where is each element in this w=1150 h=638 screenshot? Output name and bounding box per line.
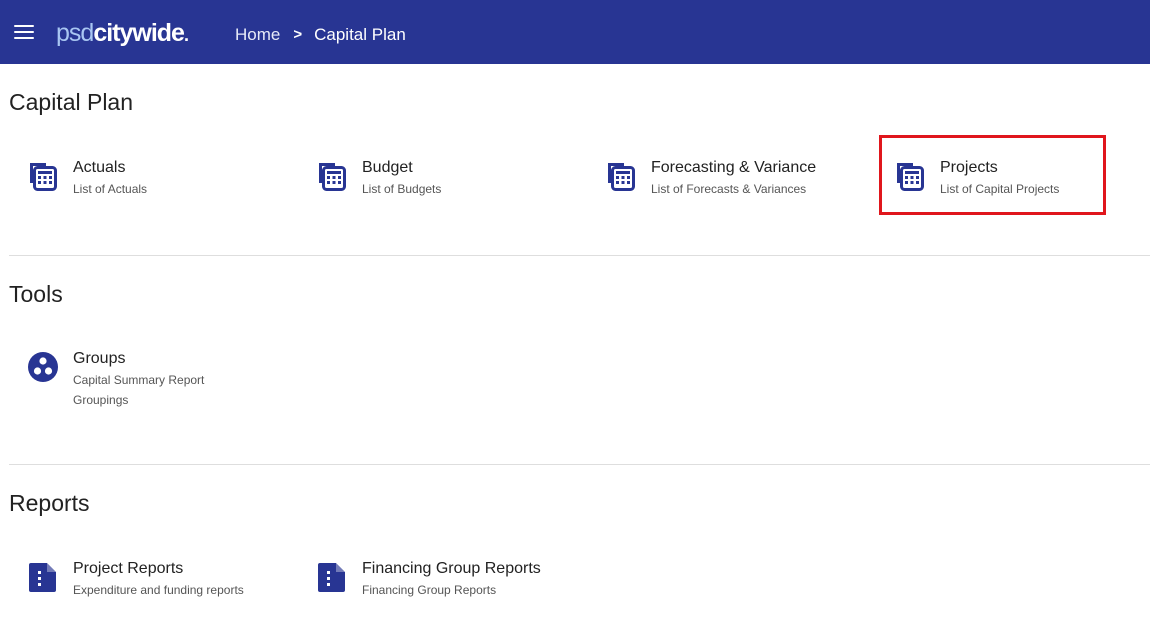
tile-subtitle-secondary: Groupings [73, 393, 129, 407]
tile-forecasting-variance[interactable]: Forecasting & Variance List of Forecasts… [606, 159, 836, 216]
section-title-tools: Tools [9, 281, 63, 307]
tile-subtitle: Capital Summary Report [73, 373, 205, 387]
logo-text-citywide: citywide [93, 19, 185, 47]
tile-subtitle: Expenditure and funding reports [73, 583, 244, 597]
calculator-icon [30, 163, 57, 191]
logo-text-psd: psd [56, 19, 94, 47]
section-title-reports: Reports [9, 490, 90, 516]
tile-project-reports[interactable]: Project Reports Expenditure and funding … [28, 560, 268, 617]
tile-budget[interactable]: Budget List of Budgets [317, 159, 517, 216]
section-divider [9, 255, 1150, 256]
tile-title: Groups [73, 350, 126, 367]
section-divider [9, 464, 1150, 465]
tile-subtitle: List of Forecasts & Variances [651, 182, 807, 196]
calculator-icon [608, 163, 635, 191]
tile-title: Budget [362, 159, 413, 176]
hamburger-menu-icon[interactable] [14, 24, 34, 39]
tile-title: Forecasting & Variance [651, 159, 817, 176]
section-title-capital-plan: Capital Plan [9, 89, 134, 115]
tile-groups[interactable]: Groups Capital Summary Report Groupings [28, 350, 248, 411]
highlight-box [879, 135, 1106, 215]
top-app-bar: psdcitywide. Home > Capital Plan [0, 0, 1150, 64]
groups-icon [28, 352, 58, 382]
tile-subtitle: List of Budgets [362, 182, 442, 196]
report-document-icon [29, 563, 56, 592]
breadcrumb: Home > Capital Plan [235, 24, 406, 46]
tile-subtitle: Financing Group Reports [362, 583, 497, 597]
tile-title: Project Reports [73, 560, 184, 577]
tile-actuals[interactable]: Actuals List of Actuals [28, 159, 228, 216]
calculator-icon [319, 163, 346, 191]
breadcrumb-home-link[interactable]: Home [235, 24, 280, 46]
logo-dot: . [183, 25, 189, 45]
breadcrumb-current: Capital Plan [314, 25, 406, 44]
tile-financing-group-reports[interactable]: Financing Group Reports Financing Group … [317, 560, 557, 617]
tile-title: Financing Group Reports [362, 560, 541, 577]
tile-subtitle: List of Actuals [73, 182, 148, 196]
tile-title: Actuals [73, 159, 126, 176]
app-logo[interactable]: psdcitywide. [56, 18, 189, 50]
breadcrumb-separator: > [293, 26, 303, 43]
report-document-icon [318, 563, 345, 592]
